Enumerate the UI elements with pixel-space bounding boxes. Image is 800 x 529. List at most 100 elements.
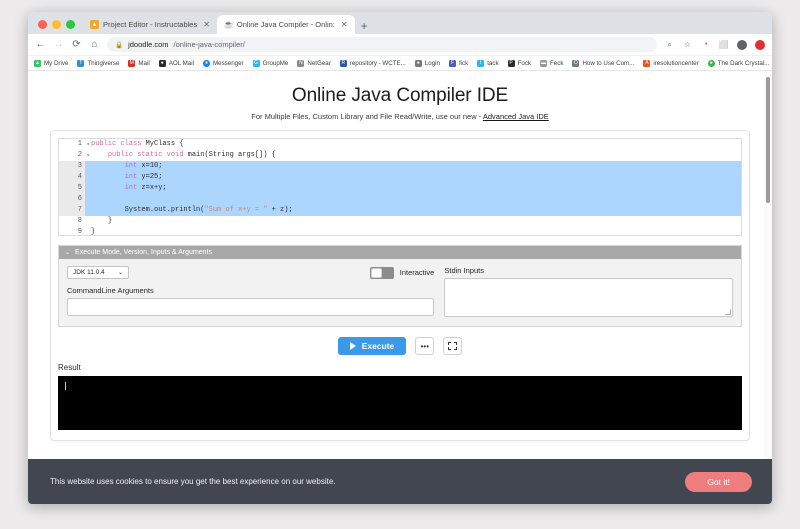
opera-icon[interactable] [754,39,765,50]
bookmark-aol-mail[interactable]: ● AOL Mail [158,59,194,67]
close-window-button[interactable] [38,20,47,29]
page-title: Online Java Compiler IDE [291,85,509,106]
bookmark-how-to-use-com[interactable]: D How to Use Com... [572,59,634,67]
bookmark-thingiverse[interactable]: T Thingiverse [77,59,120,67]
browser-tab-jdoodle[interactable]: ☕ Online Java Compiler - Onlin: ✕ [216,15,355,34]
execute-mode-panel-header[interactable]: ⌄ Execute Mode, Version, Inputs & Argume… [59,246,741,259]
execute-mode-panel-title: Execute Mode, Version, Inputs & Argument… [75,249,212,256]
result-label: Result [58,363,81,372]
jdk-and-interactive-row: JDK 11.0.4 ⌄ Interactive [67,266,434,279]
execute-button[interactable]: Execute [337,337,407,355]
cookie-message: This website uses cookies to ensure you … [50,477,336,486]
forward-button[interactable]: → [53,39,64,50]
reload-button[interactable]: ⟳ [71,39,82,50]
code-line[interactable]: 8 } [59,216,741,227]
bookmark-groupme[interactable]: G GroupMe [252,59,288,67]
fold-arrow-icon[interactable]: ▾ [86,150,90,161]
zoom-search-icon[interactable]: ⌕ [664,39,675,50]
fold-arrow-icon[interactable]: ▾ [86,139,90,150]
console-cursor [65,382,66,390]
bookmark-label: My Drive [44,59,69,67]
result-console[interactable] [58,376,742,430]
execute-button-label: Execute [361,341,395,351]
bookmark-label: Mail [138,59,150,67]
bookmark-netgear[interactable]: N NetGear [297,59,331,67]
code-text: int x=10; [124,162,163,170]
browser-window: ▲ Project Editor - Instructables ✕ ☕ Onl… [28,12,772,504]
extension-icon[interactable]: ◔ [700,39,711,50]
resize-grip-icon[interactable] [725,309,731,315]
line-number: 9 [59,227,85,235]
drive-icon: ▲ [34,59,41,67]
code-text: int z=x+y; [124,184,167,192]
ide-card: 1 ▾ public class MyClass { 2 ▾ public stat… [50,130,750,441]
bookmark-the-dark-crystal[interactable]: ● The Dark Crystal... [707,59,769,67]
bookmark-feck[interactable]: ▬ Feck [540,59,563,67]
close-tab-icon[interactable]: ✕ [339,20,350,29]
bookmark-tack[interactable]: t tack [477,59,499,67]
line-number: 2 ▾ [59,150,90,161]
code-editor[interactable]: 1 ▾ public class MyClass { 2 ▾ public stat… [58,138,742,236]
bookmark-repository-wcte[interactable]: Rrepository - WCTE... [339,59,406,67]
bookmark-label: Messenger [212,59,244,67]
address-bar[interactable]: 🔒 jdoodle.com/online-java-compiler/ [107,37,657,52]
action-row: Execute ••• [58,337,742,355]
page-viewport: Online Java Compiler IDE For Multiple Fi… [28,71,772,504]
fullscreen-button[interactable] [443,337,463,355]
bookmark-messenger[interactable]: ● Messenger [202,59,244,67]
bookmark-star-icon[interactable]: ☆ [682,39,693,50]
bookmark-label: Thingiverse [87,59,120,67]
minimize-window-button[interactable] [52,20,61,29]
code-line[interactable]: 6 [59,194,741,205]
code-line[interactable]: 2 ▾ public static void main(String args[]… [59,150,741,161]
execute-mode-panel-body: JDK 11.0.4 ⌄ Interactive CommandLine Arg… [59,259,741,326]
bookmark-fock[interactable]: P Fock [507,59,531,67]
stdin-inputs-textarea[interactable] [444,278,733,317]
bookmark-label: Login [424,59,440,67]
more-options-button[interactable]: ••• [415,337,435,355]
home-button[interactable]: ⌂ [89,39,100,50]
code-text: int y=25; [124,173,163,181]
jdk-version-select[interactable]: JDK 11.0.4 ⌄ [67,266,129,279]
code-line[interactable]: 5 int z=x+y; [59,183,741,194]
code-text: public static void main(String args[]) { [107,151,276,159]
code-line[interactable]: 9 } [59,227,741,235]
code-line[interactable]: 3 int x=10; [59,161,741,172]
repository-icon: R [339,59,347,67]
code-text: public class MyClass { [91,140,184,148]
profile-avatar[interactable] [736,39,747,50]
code-line[interactable]: 7 System.out.println("Sum of x+y = " + z… [59,205,741,216]
close-tab-icon[interactable]: ✕ [201,20,212,29]
back-button[interactable]: ← [35,39,46,50]
feck-icon: ▬ [540,59,548,67]
bookmark-label: iresolutioncenter [653,59,699,67]
bookmark-fick[interactable]: Ffick [448,59,468,67]
bookmark-label: AOL Mail [168,59,194,67]
new-tab-button[interactable]: + [355,20,374,34]
fock-icon: P [507,59,515,67]
page-scrollbar-thumb[interactable] [766,77,770,203]
tab-title: Online Java Compiler - Onlin: [236,20,335,29]
page-scrollbar-track[interactable] [764,71,772,504]
bookmarks-bar: ▲ My Drive T Thingiverse M Mail ● AOL Mail ●… [28,56,772,71]
browser-tab-instructables[interactable]: ▲ Project Editor - Instructables ✕ [83,15,217,34]
code-line[interactable]: 1 ▾ public class MyClass { [59,139,741,150]
code-line[interactable]: 4 int y=25; [59,172,741,183]
interactive-toggle-group: Interactive [369,266,434,279]
thingiverse-icon: T [77,59,85,67]
interactive-toggle[interactable] [369,266,394,279]
bookmark-iresolutioncenter[interactable]: Airesolutioncenter [643,59,699,67]
cast-icon[interactable]: ⬜ [718,39,729,50]
mail-icon: M [128,59,136,67]
maximize-window-button[interactable] [66,20,75,29]
advanced-java-ide-link[interactable]: Advanced Java IDE [483,112,549,121]
cookie-accept-button[interactable]: Got it! [685,471,752,492]
tab-title: Project Editor - Instructables [103,20,198,29]
lock-icon: 🔒 [115,41,124,49]
jdk-version-value: JDK 11.0.4 [73,269,105,276]
bookmark-my-drive[interactable]: ▲ My Drive [34,59,69,67]
commandline-arguments-input[interactable] [67,298,435,316]
code-text: System.out.println("Sum of x+y = " + z); [124,206,293,214]
bookmark-mail[interactable]: M Mail [128,59,150,67]
bookmark-login[interactable]: ● Login [414,59,440,67]
